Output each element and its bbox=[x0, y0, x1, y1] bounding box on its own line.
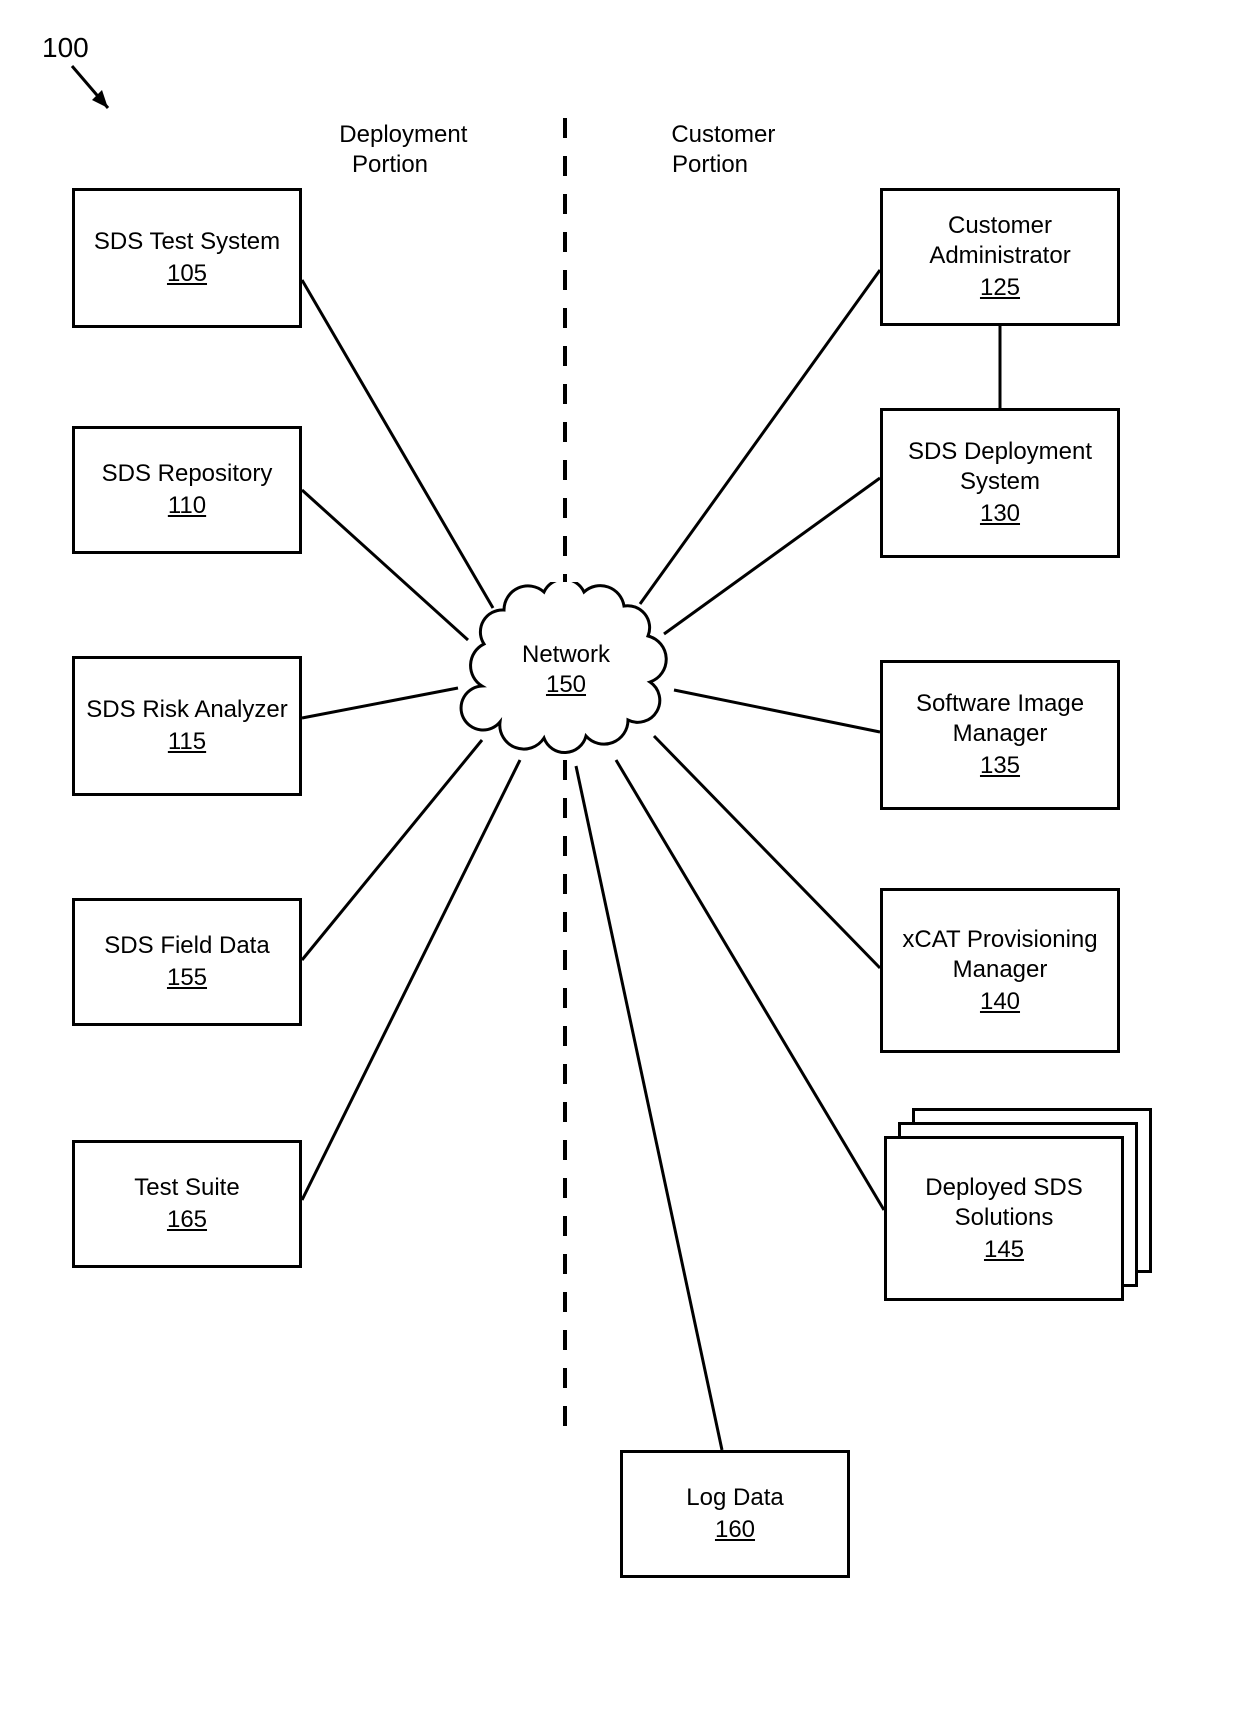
figure-number-text: 100 bbox=[42, 32, 89, 63]
node-label: Software Image Manager bbox=[887, 689, 1113, 749]
node-label: SDS Deployment System bbox=[887, 437, 1113, 497]
network-label-text: Network bbox=[455, 640, 677, 670]
node-ref: 165 bbox=[167, 1205, 207, 1235]
node-software-image-manager: Software Image Manager 135 bbox=[880, 660, 1120, 810]
node-ref: 130 bbox=[980, 499, 1020, 529]
node-label: SDS Test System bbox=[94, 227, 280, 257]
node-customer-administrator: Customer Administrator 125 bbox=[880, 188, 1120, 326]
network-cloud: Network 150 bbox=[455, 582, 677, 764]
node-deployed-sds-solutions: Deployed SDS Solutions 145 bbox=[884, 1136, 1124, 1301]
network-label: Network 150 bbox=[455, 640, 677, 700]
header-left-text: Deployment Portion bbox=[339, 121, 467, 178]
node-ref: 125 bbox=[980, 273, 1020, 303]
node-label: Log Data bbox=[686, 1483, 783, 1513]
diagram-canvas: 100 Deployment Portion bbox=[0, 0, 1240, 1730]
node-test-suite: Test Suite 165 bbox=[72, 1140, 302, 1268]
node-ref: 110 bbox=[168, 491, 206, 521]
node-label: xCAT Provisioning Manager bbox=[887, 925, 1113, 985]
node-label: SDS Field Data bbox=[104, 931, 269, 961]
node-label: SDS Risk Analyzer bbox=[86, 695, 287, 725]
node-ref: 155 bbox=[167, 963, 207, 993]
node-sds-field-data: SDS Field Data 155 bbox=[72, 898, 302, 1026]
node-label: SDS Repository bbox=[102, 459, 273, 489]
header-right-text: Customer Portion bbox=[671, 121, 775, 178]
node-sds-test-system: SDS Test System 105 bbox=[72, 188, 302, 328]
network-ref: 150 bbox=[455, 670, 677, 700]
node-ref: 105 bbox=[167, 259, 207, 289]
node-label: Deployed SDS Solutions bbox=[891, 1173, 1117, 1233]
node-label: Customer Administrator bbox=[887, 211, 1113, 271]
node-ref: 160 bbox=[715, 1515, 755, 1545]
node-sds-risk-analyzer: SDS Risk Analyzer 115 bbox=[72, 656, 302, 796]
node-ref: 135 bbox=[980, 751, 1020, 781]
node-label: Test Suite bbox=[134, 1173, 239, 1203]
node-ref: 145 bbox=[984, 1235, 1024, 1265]
node-log-data: Log Data 160 bbox=[620, 1450, 850, 1578]
node-ref: 140 bbox=[980, 987, 1020, 1017]
header-right: Customer Portion bbox=[595, 90, 825, 210]
figure-number: 100 bbox=[42, 32, 89, 64]
node-sds-deployment-system: SDS Deployment System 130 bbox=[880, 408, 1120, 558]
node-xcat-provisioning-manager: xCAT Provisioning Manager 140 bbox=[880, 888, 1120, 1053]
node-sds-repository: SDS Repository 110 bbox=[72, 426, 302, 554]
node-ref: 115 bbox=[168, 727, 206, 757]
header-left: Deployment Portion bbox=[275, 90, 505, 210]
